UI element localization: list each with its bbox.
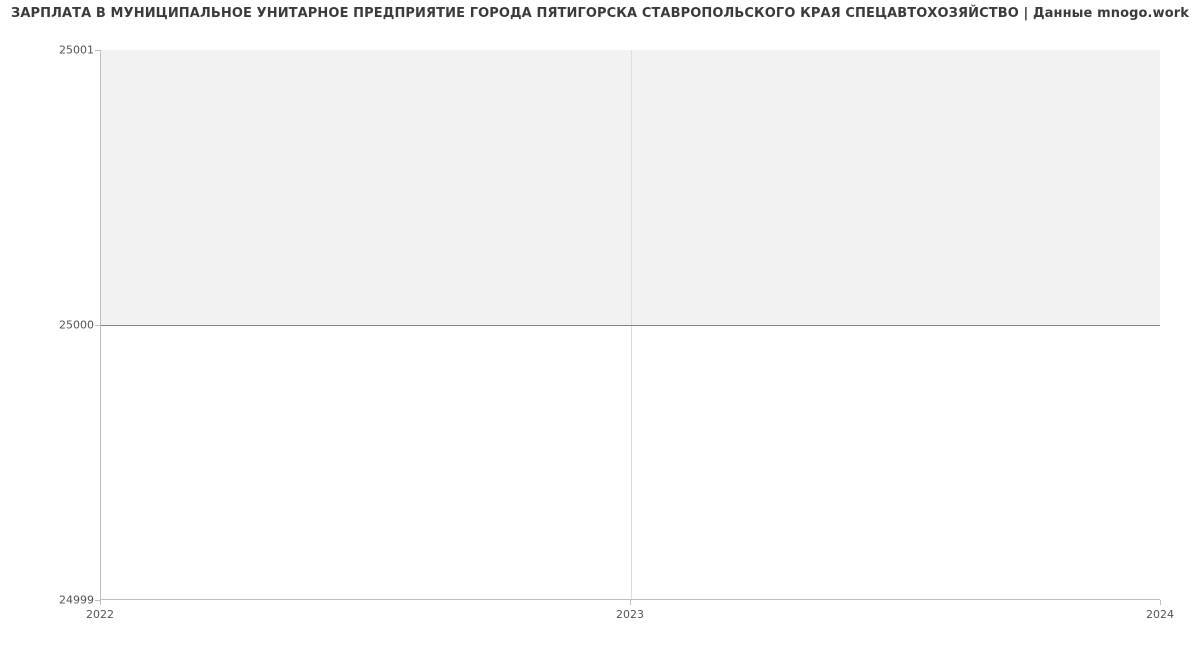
x-tick-label-0: 2022: [86, 608, 114, 621]
chart-title: ЗАРПЛАТА В МУНИЦИПАЛЬНОЕ УНИТАРНОЕ ПРЕДП…: [0, 6, 1200, 21]
x-tick-label-1: 2023: [616, 608, 644, 621]
x-tick-mark: [630, 600, 631, 605]
x-tick-mark: [1160, 600, 1161, 605]
salary-line-chart: ЗАРПЛАТА В МУНИЦИПАЛЬНОЕ УНИТАРНОЕ ПРЕДП…: [0, 0, 1200, 650]
y-tick-label-top: 25001: [59, 44, 94, 57]
x-tick-label-2: 2024: [1146, 608, 1174, 621]
x-tick-mark: [100, 600, 101, 605]
data-line: [101, 325, 1160, 326]
y-tick-label-mid: 25000: [59, 319, 94, 332]
y-tick-label-bottom: 24999: [59, 594, 94, 607]
plot-area: [100, 50, 1160, 600]
